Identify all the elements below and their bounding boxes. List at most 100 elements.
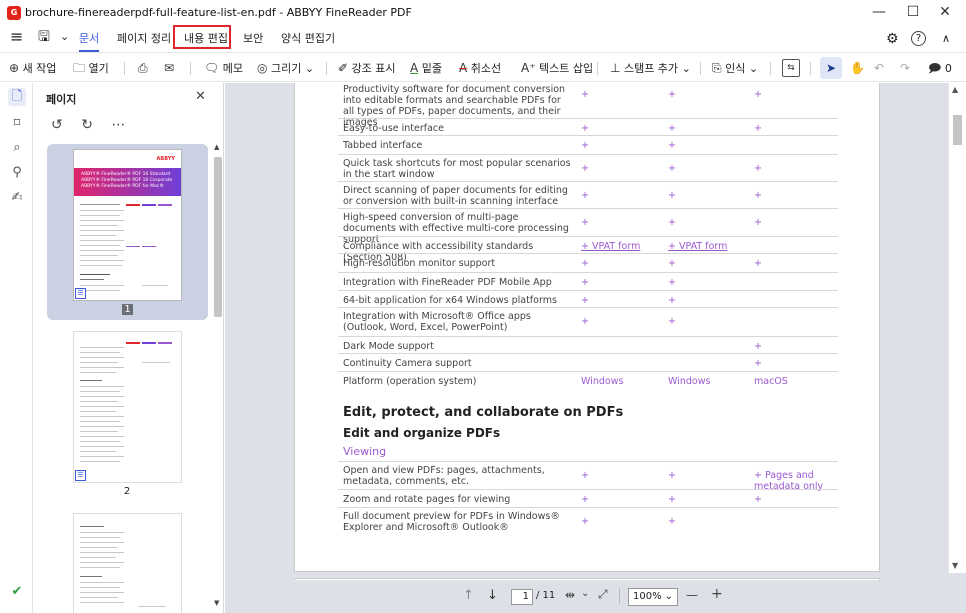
- chevron-down-icon[interactable]: ⌄: [581, 588, 589, 599]
- insert-text-button[interactable]: A⁺ 텍스트 삽입: [521, 60, 593, 76]
- scroll-down-icon[interactable]: ▼: [214, 599, 219, 607]
- page-thumbnail-2[interactable]: ☰: [73, 331, 182, 483]
- table-row: Integration with Microsoft® Office apps …: [338, 307, 838, 336]
- edition-cell: +: [668, 217, 676, 228]
- thumb-brand: ABBYY: [156, 156, 175, 162]
- scroll-up-icon[interactable]: ▲: [214, 143, 219, 151]
- open-button[interactable]: 🗀 열기: [73, 60, 109, 76]
- mail-icon[interactable]: ✉: [164, 60, 174, 76]
- chevron-down-icon: ⌄: [748, 62, 759, 75]
- table-row: Open and view PDFs: pages, attachments, …: [338, 461, 838, 492]
- page-thumbnail-3[interactable]: [73, 513, 182, 613]
- pages-panel-icon[interactable]: 🗋: [8, 88, 26, 106]
- scrollbar-thumb[interactable]: [214, 157, 222, 317]
- folder-icon: 🗀: [73, 61, 86, 75]
- document-scrollbar[interactable]: ▲ ▼: [948, 83, 966, 573]
- zoom-select[interactable]: 100% ⌄: [628, 588, 678, 606]
- thumbnail-scrollbar[interactable]: ▲ ▼: [213, 143, 223, 608]
- window-title: brochure-finereaderpdf-full-feature-list…: [25, 6, 412, 19]
- highlight-button[interactable]: ✐ 강조 표시: [338, 60, 396, 76]
- recognize-icon: ⎘: [712, 61, 722, 75]
- fit-width-icon[interactable]: ⇹: [565, 588, 575, 602]
- category-heading: Viewing: [343, 445, 387, 458]
- page-thumbnail-1[interactable]: ABBYY ABBYY® FineReader® PDF 16 Standard…: [73, 149, 182, 301]
- signature-icon[interactable]: ✍: [8, 189, 26, 207]
- edition-cell: +: [668, 140, 676, 151]
- scrollbar-thumb[interactable]: [953, 115, 962, 145]
- underline-button[interactable]: A 밑줄: [410, 60, 442, 76]
- underline-label: 밑줄: [421, 62, 442, 75]
- collapse-ribbon-icon[interactable]: ∧: [942, 31, 950, 49]
- settings-gear-icon[interactable]: ⚙: [886, 31, 899, 49]
- edition-cell: +: [668, 516, 676, 527]
- toolbar-divider: [190, 62, 191, 75]
- add-stamp-button[interactable]: ⊥ 스탬프 추가 ⌄: [610, 60, 691, 76]
- memo-button[interactable]: 🗨 메모: [204, 60, 243, 76]
- ocr-status-icon[interactable]: ✔: [8, 583, 26, 601]
- scroll-down-icon[interactable]: ▼: [952, 561, 958, 570]
- next-page-icon[interactable]: ↓: [487, 588, 498, 603]
- rotate-left-icon[interactable]: ↺: [51, 117, 63, 133]
- chevron-down-icon: ⌄: [664, 591, 673, 602]
- print-icon[interactable]: ⎙: [138, 60, 148, 76]
- bookmark-icon[interactable]: ⌑: [8, 115, 26, 133]
- compare-icon[interactable]: ⇆: [782, 59, 800, 77]
- help-icon[interactable]: ?: [911, 31, 926, 46]
- hand-icon[interactable]: ✋: [850, 60, 865, 76]
- edition-cell: +: [754, 163, 762, 174]
- feature-cell: Zoom and rotate pages for viewing: [343, 494, 511, 505]
- marker-icon: ✐: [338, 61, 349, 75]
- rotate-right-icon[interactable]: ↻: [81, 117, 93, 133]
- table-row: Compliance with accessibility standards …: [338, 236, 838, 263]
- tab-security[interactable]: 보안: [243, 31, 263, 49]
- fullscreen-icon[interactable]: ⤢: [598, 587, 608, 602]
- tab-form-editor[interactable]: 양식 편집기: [281, 31, 335, 49]
- select-pointer-icon[interactable]: ➤: [820, 57, 842, 79]
- zoom-in-button[interactable]: +: [711, 586, 723, 602]
- add-stamp-label: 스탬프 추가: [623, 62, 679, 75]
- more-options-icon[interactable]: ⋯: [111, 117, 125, 133]
- comments-button[interactable]: 🗩 0: [928, 60, 952, 76]
- recognize-button[interactable]: ⎘ 인식 ⌄: [712, 60, 758, 76]
- edition-cell: Windows: [668, 376, 711, 387]
- recognize-label: 인식: [725, 62, 746, 75]
- save-dropdown-icon[interactable]: ⌄: [60, 29, 69, 47]
- zoom-out-button[interactable]: —: [686, 588, 698, 602]
- thumb-header-band: ABBYY® FineReader® PDF 16 Standard ABBYY…: [74, 168, 181, 196]
- redo-icon[interactable]: ↷: [900, 60, 910, 76]
- text-layer-icon: ☰: [75, 288, 86, 299]
- edition-cell: Windows: [581, 376, 624, 387]
- edition-cell: +: [581, 277, 589, 288]
- tab-document[interactable]: 문서: [79, 31, 100, 52]
- pages-panel: 페이지 ✕ ↺ ↻ ⋯ ABBYY ABBYY® FineReader® PDF…: [33, 83, 224, 613]
- tab-organize-pages[interactable]: 페이지 정리: [117, 31, 171, 49]
- table-row: Platform (operation system) Windows Window…: [338, 371, 838, 388]
- table-row: Productivity software for document conve…: [338, 81, 838, 128]
- previous-page-icon[interactable]: ↑: [463, 588, 474, 603]
- feature-cell: Platform (operation system): [343, 376, 477, 387]
- close-panel-icon[interactable]: ✕: [195, 89, 206, 104]
- insert-text-icon: A⁺: [521, 61, 536, 75]
- vpat-link[interactable]: + VPAT form: [668, 241, 748, 252]
- search-icon[interactable]: ⌕: [8, 139, 26, 157]
- hamburger-menu-icon[interactable]: ≡: [10, 29, 23, 47]
- edition-cell: +: [668, 295, 676, 306]
- scroll-up-icon[interactable]: ▲: [952, 85, 958, 94]
- undo-icon[interactable]: ↶: [874, 60, 884, 76]
- attachment-icon[interactable]: ⚲: [8, 164, 26, 182]
- thumb-text-lines: [80, 340, 176, 476]
- strikethrough-button[interactable]: A 취소선: [459, 60, 501, 76]
- page-number-input[interactable]: 1: [511, 589, 533, 605]
- chevron-down-icon: ⌄: [304, 62, 315, 75]
- page-navigation-bar: ↑ ↓ 1 / 11 ⇹ ⌄ ⤢ 100% ⌄ — +: [225, 580, 948, 613]
- toolbar-divider: [124, 62, 125, 75]
- table-row: Direct scanning of paper documents for e…: [338, 181, 838, 208]
- draw-button[interactable]: ◎ 그리기 ⌄: [257, 60, 314, 76]
- new-task-button[interactable]: ⊕ 새 작업: [9, 60, 56, 76]
- close-button[interactable]: ✕: [922, 0, 966, 26]
- save-icon[interactable]: 🖫: [38, 29, 50, 47]
- table-row: Zoom and rotate pages for viewing + + +: [338, 489, 838, 507]
- thumb-text-lines: [80, 202, 176, 296]
- total-pages: / 11: [536, 590, 556, 601]
- vpat-link[interactable]: + VPAT form: [581, 241, 661, 252]
